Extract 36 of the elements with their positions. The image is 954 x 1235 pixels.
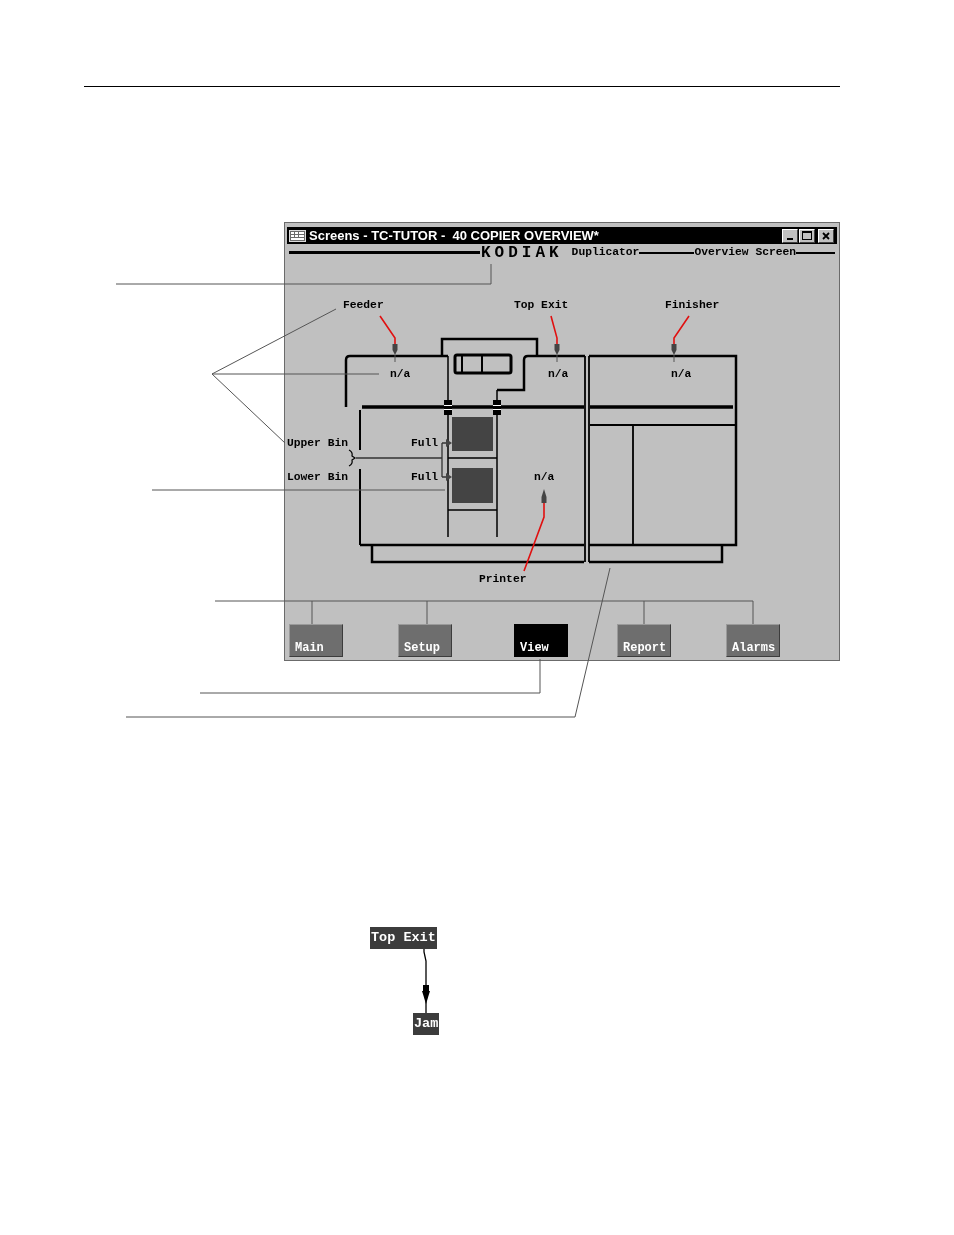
nav-button[interactable]: View (514, 624, 568, 657)
bin-label: Upper Bin (287, 436, 348, 450)
status-text: n/a (671, 367, 692, 381)
close-icon (822, 231, 830, 240)
pointer-arrow (420, 949, 430, 1013)
status-text: n/a (390, 367, 411, 381)
screen-name: Overview Screen (694, 246, 797, 259)
status-text: n/a (534, 470, 555, 484)
window-title: Screens - TC-TUTOR - 40 COPIER OVERVIEW* (309, 229, 600, 242)
module-label: Finisher (665, 298, 720, 312)
pointer-arrow (550, 315, 560, 363)
paper-bin (452, 468, 493, 503)
module-label: Feeder (343, 298, 384, 312)
product-name: Duplicator (571, 246, 640, 259)
close-button[interactable] (818, 228, 834, 243)
nav-button[interactable]: Setup (398, 624, 452, 657)
bin-status: Full (411, 470, 439, 484)
brand-name: KODIAK (481, 244, 563, 261)
status-label: Jam (413, 1013, 440, 1035)
minimize-icon (787, 237, 793, 240)
maximize-icon (802, 231, 812, 240)
module-label: Top Exit (514, 298, 569, 312)
nav-button[interactable]: Report (617, 624, 671, 657)
status-text: n/a (548, 367, 569, 381)
paper-bin (452, 417, 493, 451)
nav-button[interactable]: Main (289, 624, 343, 657)
minimize-button[interactable] (782, 228, 798, 243)
grid-icon (289, 229, 306, 242)
status-label: Top Exit (370, 927, 437, 949)
pointer-arrow (671, 315, 690, 363)
bin-label: Lower Bin (287, 470, 348, 484)
maximize-button[interactable] (799, 228, 815, 243)
bin-status: Full (411, 436, 439, 450)
module-label: Printer (479, 572, 527, 586)
nav-button[interactable]: Alarms (726, 624, 780, 657)
pointer-arrow (379, 315, 398, 363)
